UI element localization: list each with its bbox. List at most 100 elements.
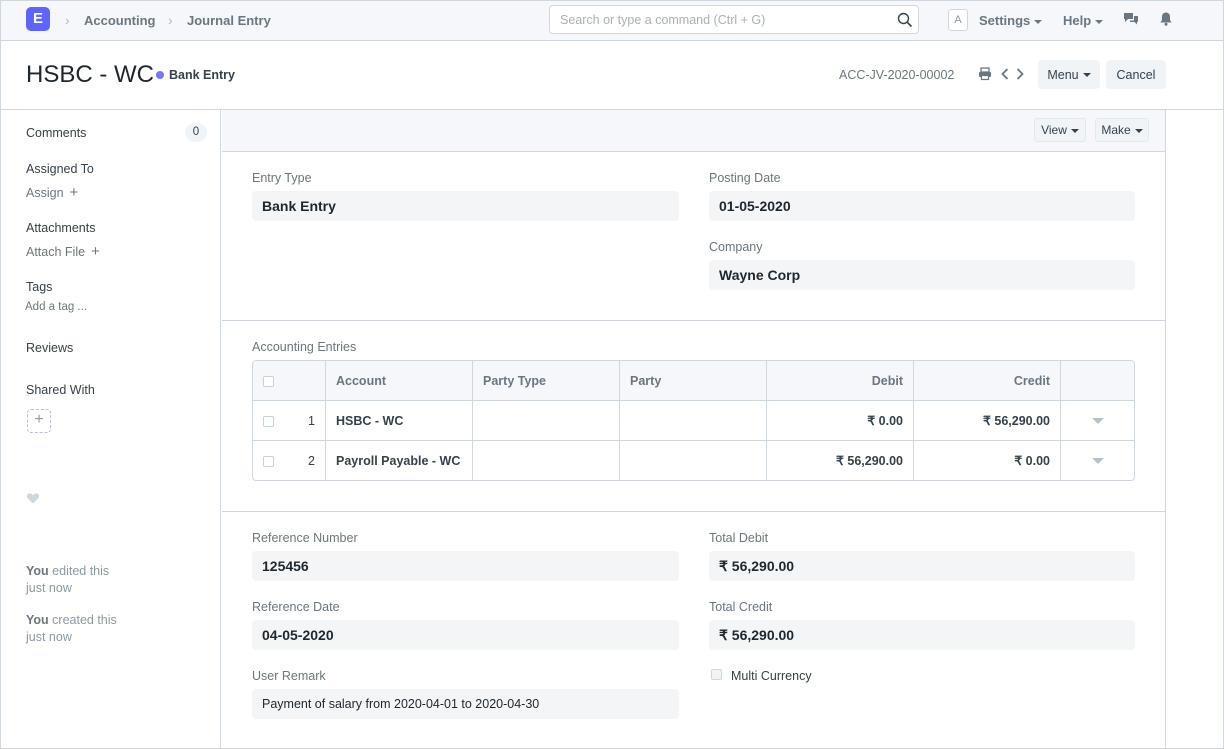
reference-date-field[interactable]: 04-05-2020: [252, 620, 679, 650]
select-all-checkbox[interactable]: [263, 376, 274, 387]
table-row[interactable]: 1 HSBC - WC ₹ 0.00 ₹ 56,290.00: [253, 401, 1134, 441]
settings-dropdown[interactable]: Settings: [979, 13, 1043, 28]
make-label: Make: [1101, 123, 1131, 137]
caret-down-icon: [1095, 19, 1104, 24]
row-actions-cell[interactable]: [1061, 401, 1134, 441]
view-button[interactable]: View: [1034, 118, 1086, 142]
status-dot: [156, 71, 164, 79]
assign-text: Assign: [26, 185, 64, 200]
reference-number-label: Reference Number: [252, 531, 358, 545]
avatar[interactable]: A: [948, 9, 968, 31]
entry-type-field[interactable]: Bank Entry: [252, 191, 679, 221]
multi-currency-checkbox[interactable]: [711, 669, 722, 680]
reference-number-field[interactable]: 125456: [252, 551, 679, 581]
caret-down-icon: [1070, 128, 1079, 133]
status-label: Bank Entry: [169, 68, 235, 82]
entry-details-section: [222, 152, 1166, 321]
caret-down-icon: [1082, 73, 1091, 78]
timeline-item: You edited this just now: [26, 564, 110, 595]
reference-date-label: Reference Date: [252, 600, 340, 614]
row-select-cell: 1: [253, 401, 326, 441]
form-toolbar: View Make: [222, 110, 1166, 152]
form-sidebar: Comments 0 Assigned To Assign + Attachmen…: [1, 110, 221, 748]
reviews-label[interactable]: Reviews: [26, 341, 73, 355]
help-dropdown[interactable]: Help: [1063, 13, 1104, 28]
column-header-actions: [1061, 361, 1134, 401]
multi-currency-label[interactable]: Multi Currency: [731, 669, 812, 683]
attachments-label: Attachments: [26, 221, 96, 235]
menu-label: Menu: [1047, 67, 1079, 82]
attach-file-link[interactable]: Attach File +: [26, 243, 100, 260]
column-header-debit: Debit: [767, 361, 914, 401]
plus-icon: +: [69, 184, 79, 201]
awesome-bar: [549, 5, 919, 34]
caret-down-icon: [1134, 128, 1143, 133]
row-checkbox[interactable]: [263, 456, 274, 467]
account-cell[interactable]: HSBC - WC: [326, 401, 473, 441]
column-header-credit: Credit: [914, 361, 1061, 401]
search-icon[interactable]: [896, 11, 914, 29]
table-row[interactable]: 2 Payroll Payable - WC ₹ 56,290.00 ₹ 0.0…: [253, 441, 1134, 480]
row-index: 2: [308, 454, 315, 468]
company-label: Company: [709, 240, 763, 254]
attach-file-text: Attach File: [26, 244, 86, 259]
total-credit-field: ₹ 56,290.00: [709, 620, 1135, 650]
view-label: View: [1041, 123, 1067, 137]
bell-icon[interactable]: [1158, 11, 1174, 27]
chat-icon[interactable]: [1123, 11, 1139, 27]
row-checkbox[interactable]: [263, 416, 274, 427]
posting-date-field[interactable]: 01-05-2020: [709, 191, 1135, 221]
caret-down-icon: [1091, 458, 1104, 464]
chevron-right-icon: ›: [65, 12, 70, 28]
cancel-button[interactable]: Cancel: [1106, 60, 1166, 89]
heart-icon[interactable]: [26, 491, 40, 505]
posting-date-label: Posting Date: [709, 171, 781, 185]
party-cell[interactable]: [620, 441, 767, 480]
party-cell[interactable]: [620, 401, 767, 441]
total-credit-label: Total Credit: [709, 600, 773, 614]
user-remark-label: User Remark: [252, 669, 326, 683]
app-logo[interactable]: E: [26, 7, 50, 31]
add-tag-link[interactable]: Add a tag ...: [25, 301, 87, 313]
credit-cell[interactable]: ₹ 56,290.00: [914, 401, 1061, 441]
make-button[interactable]: Make: [1095, 118, 1149, 142]
account-cell[interactable]: Payroll Payable - WC: [326, 441, 473, 480]
comments-label[interactable]: Comments: [26, 126, 86, 140]
column-header-party-type: Party Type: [473, 361, 620, 401]
help-label: Help: [1063, 13, 1092, 28]
search-input[interactable]: [550, 6, 870, 33]
top-navbar: E › Accounting › Journal Entry A Setting…: [1, 1, 1223, 41]
chevron-left-icon[interactable]: [998, 66, 1012, 82]
credit-cell[interactable]: ₹ 0.00: [914, 441, 1061, 480]
entry-type-label: Entry Type: [252, 171, 312, 185]
assign-link[interactable]: Assign +: [26, 184, 78, 201]
timeline-item: You created this just now: [26, 613, 117, 644]
column-header-party: Party: [620, 361, 767, 401]
add-share-button[interactable]: +: [27, 409, 51, 433]
debit-cell[interactable]: ₹ 56,290.00: [767, 441, 914, 480]
status-indicator: Bank Entry: [156, 68, 235, 82]
breadcrumb-accounting[interactable]: Accounting: [84, 13, 156, 28]
chevron-right-icon[interactable]: [1013, 66, 1027, 82]
printer-icon[interactable]: [978, 66, 992, 82]
row-actions-cell[interactable]: [1061, 441, 1134, 480]
company-field[interactable]: Wayne Corp: [709, 260, 1135, 290]
breadcrumb-journal-entry[interactable]: Journal Entry: [187, 13, 271, 28]
party-type-cell[interactable]: [473, 401, 620, 441]
settings-label: Settings: [979, 13, 1031, 28]
user-remark-field[interactable]: Payment of salary from 2020-04-01 to 202…: [252, 689, 679, 719]
assigned-to-label: Assigned To: [26, 162, 94, 176]
row-index: 1: [308, 414, 315, 428]
debit-cell[interactable]: ₹ 0.00: [767, 401, 914, 441]
document-id: ACC-JV-2020-00002: [839, 68, 955, 82]
party-type-cell[interactable]: [473, 441, 620, 480]
accounting-entries-table: Account Party Type Party Debit Credit 1 …: [252, 360, 1135, 481]
comments-count-badge: 0: [185, 123, 207, 142]
menu-button[interactable]: Menu: [1038, 60, 1100, 89]
page-title: HSBC - WC: [26, 61, 154, 88]
table-header-row: Account Party Type Party Debit Credit: [253, 361, 1134, 401]
shared-with-label: Shared With: [26, 383, 95, 397]
total-debit-field: ₹ 56,290.00: [709, 551, 1135, 581]
accounting-entries-label: Accounting Entries: [252, 340, 357, 354]
row-select-cell: 2: [253, 441, 326, 480]
